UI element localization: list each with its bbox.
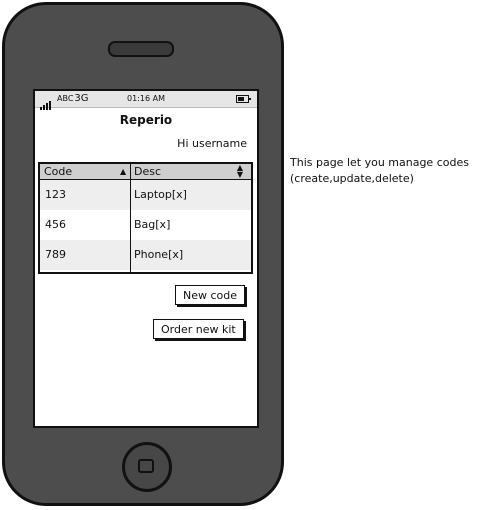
earpiece: [108, 41, 174, 57]
column-header-code-label: Code: [44, 165, 73, 178]
triangle-up-icon[interactable]: ▲: [120, 167, 126, 176]
clock: 01:16 AM: [127, 94, 165, 103]
cell-code: 789: [45, 248, 66, 261]
order-new-kit-button[interactable]: Order new kit: [153, 319, 244, 339]
status-bar: ABC3G 01:16 AM: [35, 91, 257, 110]
sort-arrows-icon[interactable]: ▲ ▼: [237, 164, 243, 179]
battery-icon: [236, 95, 251, 103]
annotation-line-2: (create,update,delete): [290, 172, 414, 185]
table-row[interactable]: 456 Bag[x]: [40, 210, 251, 240]
cell-desc[interactable]: Laptop[x]: [134, 180, 187, 210]
table-row-overlay-1: 123 Laptop[x]: [40, 180, 251, 210]
annotation-line-1: This page let you manage codes: [290, 156, 469, 169]
codes-table: Code ▲ Desc ▲▼ 123 Laptop[x] 123 Laptop[…: [38, 162, 253, 274]
annotation-note: This page let you manage codes (create,u…: [290, 155, 485, 187]
cell-desc[interactable]: Bag[x]: [134, 210, 170, 240]
phone-screen: ABC3G 01:16 AM Reperio Hi username Code …: [33, 89, 259, 428]
home-square-icon: [138, 459, 154, 473]
column-header-desc-label: Desc: [134, 165, 162, 178]
table-header: Code ▲ Desc ▲ ▼: [40, 164, 251, 180]
column-header-desc[interactable]: Desc: [134, 164, 244, 179]
app-title: Reperio: [119, 113, 173, 127]
table-row[interactable]: 789 Phone[x]: [40, 240, 251, 270]
column-divider: [130, 164, 131, 272]
cell-code: 123: [45, 188, 66, 201]
cell-code: 456: [45, 218, 66, 231]
cell-desc[interactable]: Phone[x]: [134, 240, 183, 270]
greeting-text: Hi username: [177, 137, 247, 150]
phone-frame: ABC3G 01:16 AM Reperio Hi username Code …: [2, 2, 284, 506]
column-header-code[interactable]: Code: [44, 164, 128, 179]
home-button-icon[interactable]: [122, 442, 172, 492]
new-code-button[interactable]: New code: [175, 285, 246, 305]
